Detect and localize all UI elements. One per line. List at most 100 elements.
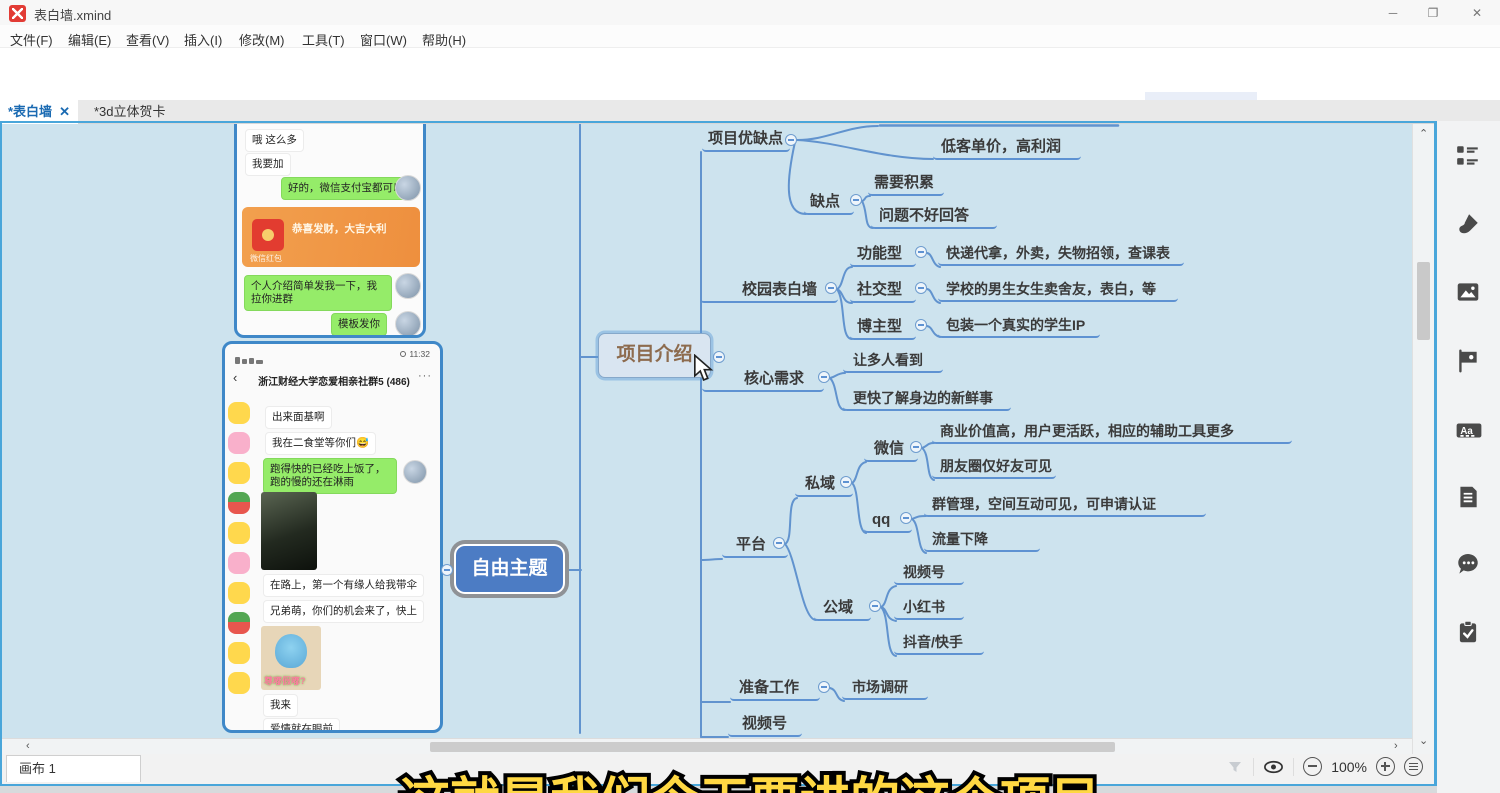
- scroll-up-icon[interactable]: ⌃: [1419, 127, 1428, 140]
- insert-image-button[interactable]: [1455, 279, 1481, 310]
- mindmap-node[interactable]: 商业价值高，用户更活跃，相应的辅助工具更多: [932, 422, 1292, 444]
- mindmap-node[interactable]: 更快了解身边的新鲜事: [843, 389, 1011, 411]
- sticker-icon: [228, 492, 250, 514]
- image-icon: [1455, 279, 1481, 305]
- sticker-icon: [228, 612, 250, 634]
- comments-button[interactable]: [1455, 552, 1481, 583]
- mindmap-node[interactable]: 核心需求: [702, 369, 824, 392]
- sticker-icon: [228, 462, 250, 484]
- phone-status-icons: [235, 351, 265, 369]
- collapse-icon[interactable]: [713, 351, 725, 363]
- horizontal-scroll-thumb[interactable]: [430, 742, 1115, 752]
- mindmap-canvas[interactable]: 哦 这么多 我要加 好的，微信支付宝都可以 恭喜发财，大吉大利 微信红包 个人介…: [0, 124, 1412, 738]
- mindmap-node[interactable]: 公域: [814, 598, 871, 621]
- collapse-icon[interactable]: [441, 564, 453, 576]
- mindmap-node[interactable]: 市场调研: [842, 678, 928, 700]
- chat-bubble: 出来面基啊: [265, 406, 332, 429]
- mindmap-node[interactable]: 功能型: [850, 244, 916, 267]
- mindmap-node[interactable]: 视频号: [728, 714, 802, 737]
- tasks-button[interactable]: [1455, 619, 1481, 650]
- eye-icon[interactable]: [1263, 758, 1284, 776]
- avatar: [403, 460, 427, 484]
- collapse-icon[interactable]: [840, 476, 852, 488]
- collapse-icon[interactable]: [850, 194, 862, 206]
- collapse-icon[interactable]: [785, 134, 797, 146]
- sheet-tab-canvas1[interactable]: 画布 1: [6, 755, 141, 782]
- chat-bubble: 我在二食堂等你们😅: [265, 432, 376, 455]
- chat-screenshot-2: 11:32 ‹ 浙江财经大学恋爱相亲社群5 (486) ··· 出来面基啊 我在…: [222, 341, 443, 733]
- flag-icon: [1455, 348, 1481, 374]
- chat-screenshot-1: 哦 这么多 我要加 好的，微信支付宝都可以 恭喜发财，大吉大利 微信红包 个人介…: [234, 124, 426, 338]
- photo-message: [261, 492, 317, 570]
- right-sidebar: Aa: [1437, 121, 1500, 793]
- window-border: [0, 121, 2, 786]
- collapse-icon[interactable]: [900, 512, 912, 524]
- zoom-out-button[interactable]: [1303, 757, 1322, 776]
- marker-button[interactable]: [1455, 348, 1481, 379]
- collapse-icon[interactable]: [915, 282, 927, 294]
- maximize-button[interactable]: ❐: [1418, 4, 1448, 22]
- xmind-logo-icon: [9, 5, 26, 22]
- horizontal-scrollbar[interactable]: ‹ ›: [0, 738, 1412, 754]
- collapse-icon[interactable]: [825, 282, 837, 294]
- zoom-level: 100%: [1331, 759, 1367, 775]
- collapse-icon[interactable]: [869, 600, 881, 612]
- tab-close-icon[interactable]: ✕: [59, 104, 70, 119]
- scroll-right-icon[interactable]: ›: [1394, 740, 1398, 752]
- mindmap-node[interactable]: 校园表白墙: [700, 280, 838, 303]
- collapse-icon[interactable]: [818, 681, 830, 693]
- structure-icon: [1455, 143, 1481, 169]
- vertical-scrollbar[interactable]: ⌃ ⌄: [1412, 124, 1434, 754]
- zoom-menu-button[interactable]: [1404, 757, 1423, 776]
- mindmap-node[interactable]: 准备工作: [730, 678, 820, 701]
- sticker-strip: [225, 394, 255, 694]
- mindmap-node[interactable]: 博主型: [850, 317, 916, 340]
- back-chevron-icon[interactable]: ‹: [233, 370, 237, 385]
- mindmap-node[interactable]: 快递代拿，外卖，失物招领，查课表: [938, 244, 1184, 266]
- mindmap-node[interactable]: 微信: [864, 439, 918, 462]
- scroll-down-icon[interactable]: ⌄: [1419, 734, 1428, 747]
- mindmap-node[interactable]: 抖音/快手: [894, 633, 984, 655]
- app-window: 表白墙.xmind ─ ❐ ✕ 文件(F) 编辑(E) 查看(V) 插入(I) …: [0, 0, 1500, 793]
- avatar: [395, 311, 421, 337]
- zoom-in-button[interactable]: [1376, 757, 1395, 776]
- mindmap-node[interactable]: 问题不好回答: [871, 206, 997, 229]
- mindmap-node[interactable]: 流量下降: [924, 530, 1040, 552]
- label-button[interactable]: Aa: [1455, 417, 1483, 448]
- collapse-icon[interactable]: [818, 371, 830, 383]
- sticker-icon: [228, 582, 250, 604]
- chat-more-icon[interactable]: ···: [418, 370, 432, 382]
- format-panel-button[interactable]: [1455, 143, 1481, 174]
- close-button[interactable]: ✕: [1462, 4, 1492, 22]
- mindmap-node[interactable]: 需要积累: [868, 173, 944, 196]
- mindmap-node[interactable]: 学校的男生女生卖舍友，表白，等: [938, 280, 1178, 302]
- mindmap-node[interactable]: 让多人看到: [843, 351, 943, 373]
- mindmap-node[interactable]: 缺点: [804, 192, 854, 215]
- status-controls: 100%: [1226, 757, 1423, 776]
- mindmap-node[interactable]: 群管理，空间互动可见，可申请认证: [924, 495, 1206, 517]
- minimize-button[interactable]: ─: [1378, 4, 1408, 22]
- mindmap-node[interactable]: 包装一个真实的学生IP: [938, 316, 1100, 338]
- mindmap-node[interactable]: 低客单价，高利润: [933, 137, 1081, 160]
- central-topic[interactable]: 自由主题: [456, 546, 563, 592]
- collapse-icon[interactable]: [910, 441, 922, 453]
- squirtle-figure: [275, 634, 307, 668]
- collapse-icon[interactable]: [773, 537, 785, 549]
- mindmap-node[interactable]: 项目优缺点: [702, 129, 790, 152]
- desktop-strip: [0, 786, 1437, 793]
- style-brush-button[interactable]: [1455, 211, 1481, 242]
- mindmap-node[interactable]: 小红书: [894, 598, 964, 620]
- red-packet-text: 恭喜发财，大吉大利: [292, 221, 387, 236]
- mindmap-node[interactable]: 朋友圈仅好友可见: [932, 457, 1056, 479]
- filter-icon[interactable]: [1226, 758, 1244, 776]
- menu-bar: 文件(F) 编辑(E) 查看(V) 插入(I) 修改(M) 工具(T) 窗口(W…: [0, 25, 1500, 48]
- mindmap-node[interactable]: 视频号: [894, 563, 964, 585]
- mindmap-node[interactable]: 社交型: [850, 280, 916, 303]
- scroll-left-icon[interactable]: ‹: [26, 740, 30, 752]
- sticker-icon: [228, 642, 250, 664]
- collapse-icon[interactable]: [915, 246, 927, 258]
- vertical-scroll-thumb[interactable]: [1417, 262, 1430, 340]
- avatar: [395, 175, 421, 201]
- collapse-icon[interactable]: [915, 319, 927, 331]
- notes-button[interactable]: [1455, 484, 1481, 515]
